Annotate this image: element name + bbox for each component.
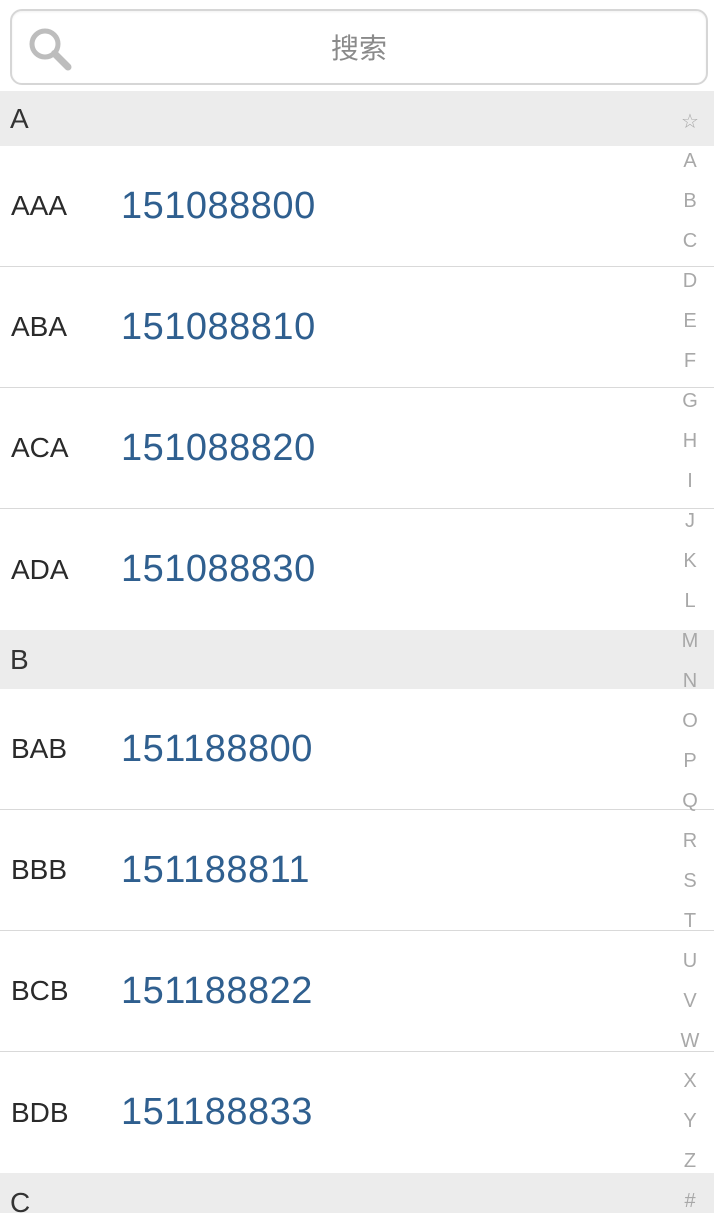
- index-letter[interactable]: U: [666, 941, 714, 981]
- contact-row[interactable]: BAB 151188800: [0, 689, 714, 810]
- index-letter[interactable]: Q: [666, 781, 714, 821]
- index-letter[interactable]: E: [666, 301, 714, 341]
- index-letter[interactable]: X: [666, 1061, 714, 1101]
- contact-row[interactable]: ACA 151088820: [0, 388, 714, 509]
- contact-name: BBB: [11, 854, 68, 885]
- section-header-a: A: [0, 91, 714, 146]
- index-star-icon[interactable]: ☆: [666, 101, 714, 141]
- contact-number: 151188833: [121, 1091, 313, 1133]
- contact-row[interactable]: BBB 151188811: [0, 810, 714, 931]
- contact-row[interactable]: ABA 151088810: [0, 267, 714, 388]
- contact-number: 151188822: [121, 969, 313, 1012]
- index-letter[interactable]: N: [666, 661, 714, 701]
- index-letter[interactable]: R: [666, 821, 714, 861]
- contact-number: 151088800: [121, 184, 316, 227]
- contact-name: ADA: [11, 553, 69, 585]
- index-letter[interactable]: S: [666, 861, 714, 901]
- search-input[interactable]: 搜索: [10, 9, 708, 85]
- alphabet-index-bar[interactable]: ☆ A B C D E F G H I J K L M N O P Q R S T U V W X Y Z #: [666, 101, 714, 1213]
- contact-number: 151188800: [121, 727, 313, 770]
- index-letter[interactable]: W: [666, 1021, 714, 1061]
- index-letter[interactable]: M: [666, 621, 714, 661]
- contact-name: BDB: [11, 1096, 69, 1128]
- index-letter[interactable]: P: [666, 741, 714, 781]
- contact-number: 151088820: [121, 426, 316, 469]
- contact-row[interactable]: BDB 151188833: [0, 1052, 714, 1173]
- index-letter[interactable]: K: [666, 541, 714, 581]
- contact-list: A AAA 151088800 ABA 151088810 ACA 151088…: [0, 91, 714, 1213]
- index-letter[interactable]: Y: [666, 1101, 714, 1141]
- contact-row[interactable]: AAA 151088800: [0, 146, 714, 267]
- search-placeholder: 搜索: [330, 32, 387, 65]
- contacts-page: 搜索 A AAA 151088800 ABA 151088810 ACA 151…: [0, 0, 714, 1213]
- section-header-c: C: [0, 1173, 714, 1213]
- contact-name: BCB: [11, 975, 69, 1006]
- index-letter[interactable]: G: [666, 381, 714, 421]
- contact-number: 151088810: [121, 305, 316, 348]
- contact-name: ABA: [11, 311, 68, 342]
- index-letter[interactable]: Z: [666, 1141, 714, 1181]
- index-letter[interactable]: V: [666, 981, 714, 1021]
- contact-number: 151088830: [121, 548, 316, 590]
- index-letter[interactable]: J: [666, 501, 714, 541]
- index-letter[interactable]: I: [666, 461, 714, 501]
- contact-name: AAA: [11, 190, 68, 221]
- index-letter[interactable]: B: [666, 181, 714, 221]
- contact-row[interactable]: BCB 151188822: [0, 931, 714, 1052]
- index-letter[interactable]: T: [666, 901, 714, 941]
- contact-number: 151188811: [121, 848, 311, 891]
- index-letter[interactable]: C: [666, 221, 714, 261]
- index-letter[interactable]: A: [666, 141, 714, 181]
- index-letter[interactable]: L: [666, 581, 714, 621]
- section-header-b: B: [0, 630, 714, 689]
- contact-row[interactable]: ADA 151088830: [0, 509, 714, 630]
- index-letter[interactable]: H: [666, 421, 714, 461]
- index-letter[interactable]: D: [666, 261, 714, 301]
- contact-name: ACA: [11, 432, 69, 463]
- search-bar: 搜索: [0, 0, 714, 91]
- index-letter[interactable]: O: [666, 701, 714, 741]
- index-letter[interactable]: #: [666, 1181, 714, 1213]
- index-letter[interactable]: F: [666, 341, 714, 381]
- contact-name: BAB: [11, 733, 68, 764]
